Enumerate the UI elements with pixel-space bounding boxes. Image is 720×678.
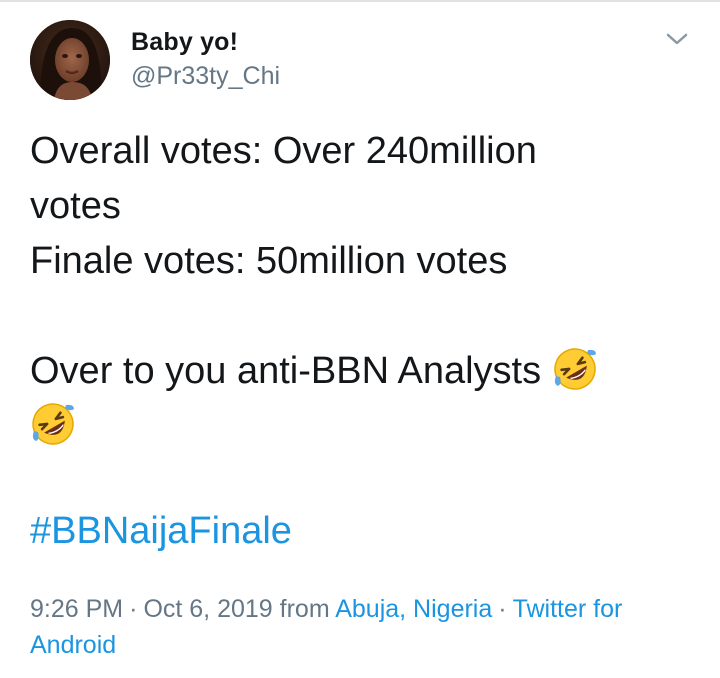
tweet-line: [30, 399, 690, 454]
tweet-time[interactable]: 9:26 PM: [30, 595, 123, 623]
tweet-date[interactable]: Oct 6, 2019: [143, 595, 272, 623]
rofl-emoji-icon: [552, 346, 598, 392]
separator: ·: [129, 595, 138, 623]
user-handle[interactable]: @Pr33ty_Chi: [131, 62, 280, 91]
tweet-line: Overall votes: Over 240million: [30, 130, 537, 172]
location-link[interactable]: Abuja, Nigeria: [335, 595, 492, 623]
tweet-metadata: 9:26 PM · Oct 6, 2019 from Abuja, Nigeria ·…: [30, 591, 690, 663]
display-name[interactable]: Baby yo!: [131, 28, 238, 57]
from-label: from: [279, 595, 330, 623]
tweet-line: Finale votes: 50million votes: [30, 240, 508, 282]
divider: [0, 0, 720, 2]
tweet-text: Overall votes: Over 240million votes Fin…: [30, 124, 690, 454]
separator: ·: [498, 595, 507, 623]
tweet-line-text: Over to you anti-BBN Analysts: [30, 350, 542, 392]
tweet-card: Baby yo! @Pr33ty_Chi Overall votes: Over…: [0, 0, 720, 678]
hashtag-link[interactable]: #BBNaijaFinale: [30, 510, 292, 553]
avatar[interactable]: [30, 20, 110, 100]
chevron-down-icon[interactable]: [662, 28, 692, 50]
avatar-photo: [30, 20, 110, 100]
tweet-line: Over to you anti-BBN Analysts: [30, 344, 690, 399]
rofl-emoji-icon: [30, 401, 76, 447]
tweet-line: votes: [30, 185, 121, 227]
